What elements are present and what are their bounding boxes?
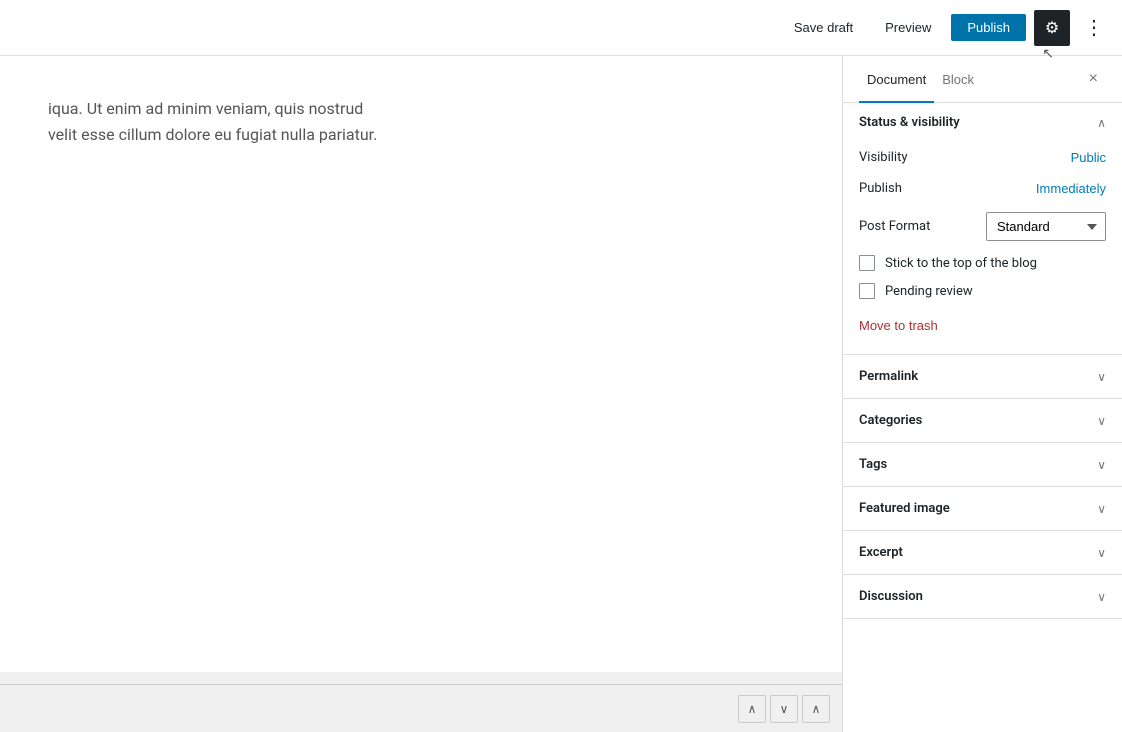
post-format-select[interactable]: Standard Aside Image Video Quote Link Ga… (986, 212, 1106, 241)
featured-image-chevron-icon: ∨ (1097, 502, 1106, 516)
gear-icon: ⚙ (1045, 18, 1059, 38)
stick-to-top-row: Stick to the top of the blog (859, 249, 1106, 277)
block-move-down-button[interactable]: ∨ (770, 695, 798, 723)
discussion-chevron-icon: ∨ (1097, 590, 1106, 604)
status-visibility-header[interactable]: Status & visibility ∧ (843, 103, 1122, 142)
stick-to-top-checkbox[interactable] (859, 255, 875, 271)
publish-row: Publish Immediately (859, 173, 1106, 204)
pending-review-row: Pending review (859, 277, 1106, 305)
block-move-up-button[interactable]: ∧ (738, 695, 766, 723)
more-options-button[interactable]: ⋮ (1078, 11, 1110, 44)
status-visibility-content: Visibility Public Publish Immediately Po… (843, 142, 1122, 354)
publish-button[interactable]: Publish (951, 14, 1026, 41)
status-visibility-title: Status & visibility (859, 115, 960, 130)
save-draft-button[interactable]: Save draft (782, 14, 865, 41)
tab-document[interactable]: Document (859, 56, 934, 103)
main-layout: iqua. Ut enim ad minim veniam, quis nost… (0, 56, 1122, 732)
section-discussion[interactable]: Discussion ∨ (843, 575, 1122, 619)
tags-chevron-icon: ∨ (1097, 458, 1106, 472)
visibility-label: Visibility (859, 150, 908, 165)
tab-block[interactable]: Block (934, 56, 982, 103)
categories-title: Categories (859, 413, 922, 428)
tags-title: Tags (859, 457, 887, 472)
sidebar-tabs: Document Block × (843, 56, 1122, 103)
move-to-trash-button[interactable]: Move to trash (859, 318, 938, 333)
chevron-up-icon: ∧ (1097, 116, 1106, 130)
drag-icon: ∧ (812, 702, 821, 716)
move-to-trash-row: Move to trash (859, 305, 1106, 338)
section-status-visibility: Status & visibility ∧ Visibility Public … (843, 103, 1122, 355)
post-format-row: Post Format Standard Aside Image Video Q… (859, 204, 1106, 249)
post-format-label: Post Format (859, 219, 930, 234)
featured-image-title: Featured image (859, 501, 950, 516)
sidebar: Document Block × Status & visibility ∧ V… (842, 56, 1122, 732)
section-categories[interactable]: Categories ∨ (843, 399, 1122, 443)
publish-label: Publish (859, 181, 902, 196)
chevron-up-icon: ∧ (748, 702, 757, 716)
excerpt-chevron-icon: ∨ (1097, 546, 1106, 560)
stick-to-top-label: Stick to the top of the blog (885, 256, 1037, 271)
section-excerpt[interactable]: Excerpt ∨ (843, 531, 1122, 575)
visibility-value[interactable]: Public (1071, 150, 1106, 165)
editor-content[interactable]: iqua. Ut enim ad minim veniam, quis nost… (0, 56, 842, 672)
permalink-chevron-icon: ∨ (1097, 370, 1106, 384)
block-drag-button[interactable]: ∧ (802, 695, 830, 723)
toolbar: Save draft Preview Publish ⚙ ⋮ ↖ (0, 0, 1122, 56)
editor-canvas: iqua. Ut enim ad minim veniam, quis nost… (0, 56, 842, 732)
pending-review-checkbox[interactable] (859, 283, 875, 299)
editor-text: iqua. Ut enim ad minim veniam, quis nost… (48, 96, 794, 147)
ellipsis-icon: ⋮ (1084, 15, 1104, 40)
pending-review-label: Pending review (885, 284, 973, 299)
excerpt-title: Excerpt (859, 545, 903, 560)
categories-chevron-icon: ∨ (1097, 414, 1106, 428)
preview-button[interactable]: Preview (873, 14, 943, 41)
chevron-down-icon: ∨ (780, 702, 789, 716)
discussion-title: Discussion (859, 589, 923, 604)
section-featured-image[interactable]: Featured image ∨ (843, 487, 1122, 531)
section-permalink[interactable]: Permalink ∨ (843, 355, 1122, 399)
block-controls: ∧ ∨ ∧ (0, 684, 842, 732)
section-tags[interactable]: Tags ∨ (843, 443, 1122, 487)
settings-button[interactable]: ⚙ (1034, 10, 1070, 46)
permalink-title: Permalink (859, 369, 918, 384)
visibility-row: Visibility Public (859, 142, 1106, 173)
editor-area: iqua. Ut enim ad minim veniam, quis nost… (0, 56, 842, 732)
sidebar-close-button[interactable]: × (1081, 56, 1106, 102)
publish-value[interactable]: Immediately (1036, 181, 1106, 196)
